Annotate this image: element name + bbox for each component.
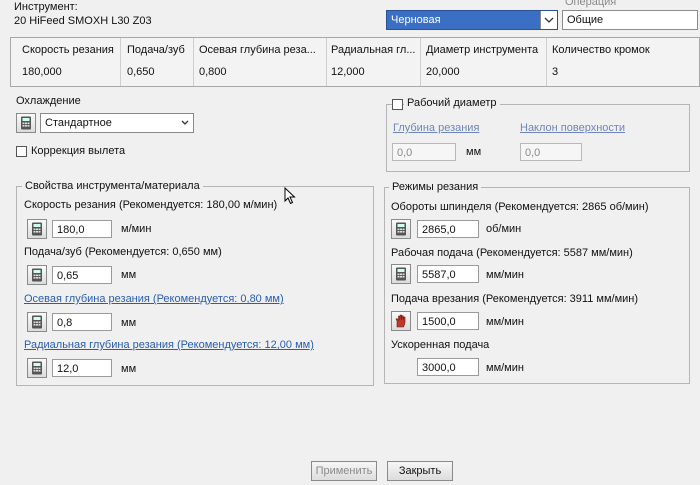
cooling-select[interactable]: Стандартное (40, 113, 194, 133)
chevron-down-icon (179, 114, 191, 138)
radial-depth-link[interactable]: Радиальная глубина резания (Рекомендуетс… (24, 339, 314, 351)
spindle-input[interactable]: 2865,0 (417, 220, 479, 238)
rapid-feed-unit: мм/мин (486, 362, 524, 374)
speed-input[interactable]: 180,0 (52, 220, 112, 238)
radial-depth-input[interactable]: 12,0 (52, 359, 112, 377)
plunge-unit: мм/мин (486, 316, 524, 328)
summary-value-feed: 0,650 (127, 66, 155, 78)
overhang-checkbox[interactable] (16, 146, 27, 157)
overhang-label: Коррекция вылета (31, 145, 126, 157)
work-feed-input[interactable]: 5587,0 (417, 265, 479, 283)
plunge-input[interactable]: 1500,0 (417, 312, 479, 330)
mouse-cursor-icon (284, 186, 296, 208)
plunge-label: Подача врезания (Рекомендуется: 3911 мм/… (391, 293, 639, 305)
tool-props-title: Свойства инструмента/материала (22, 180, 203, 192)
speed-unit: м/мин (121, 223, 152, 235)
cutting-modes-title: Режимы резания (389, 181, 482, 193)
summary-header-axial: Осевая глубина реза... (199, 44, 316, 56)
operation-label: Операция (565, 0, 617, 8)
speed-label: Скорость резания (Рекомендуется: 180,00 … (24, 199, 278, 211)
work-feed-unit: мм/мин (486, 269, 524, 281)
summary-value-radial: 12,000 (331, 66, 365, 78)
summary-header-radial: Радиальная гл... (331, 44, 416, 56)
depth-unit: мм (466, 146, 482, 158)
tool-label: Инструмент: (14, 1, 78, 13)
summary-value-edges: 3 (552, 66, 559, 78)
summary-header-feed: Подача/зуб (127, 44, 185, 56)
axial-depth-link[interactable]: Осевая глубина резания (Рекомендуется: 0… (24, 293, 284, 305)
working-diameter-checkbox[interactable] (392, 99, 403, 110)
working-diameter-label: Рабочий диаметр (404, 97, 500, 109)
summary-header-speed: Скорость резания (22, 44, 114, 56)
summary-value-axial: 0,800 (199, 66, 227, 78)
calculator-icon[interactable] (27, 312, 47, 332)
feed-label: Подача/зуб (Рекомендуется: 0,650 мм) (24, 246, 222, 258)
work-feed-label: Рабочая подача (Рекомендуется: 5587 мм/м… (391, 247, 633, 259)
feed-unit: мм (121, 269, 137, 281)
calculator-icon[interactable] (27, 265, 47, 285)
rapid-feed-input[interactable]: 3000,0 (417, 358, 479, 376)
tool-props-group (16, 186, 374, 386)
depth-input[interactable]: 0,0 (392, 143, 456, 161)
spindle-unit: об/мин (486, 223, 522, 235)
calculator-icon[interactable] (391, 219, 411, 239)
calculator-icon[interactable] (27, 219, 47, 239)
chevron-down-icon[interactable] (540, 11, 557, 29)
summary-header-edges: Количество кромок (552, 44, 650, 56)
summary-value-diameter: 20,000 (426, 66, 460, 78)
hand-icon[interactable] (391, 311, 411, 331)
mode-select-value: Черновая (391, 14, 441, 26)
depth-link[interactable]: Глубина резания (393, 122, 479, 134)
cooling-label: Охлаждение (16, 95, 81, 107)
summary-value-speed: 180,000 (22, 66, 62, 78)
operation-select-value: Общие (567, 14, 604, 26)
tool-name: 20 HiFeed SMOXH L30 Z03 (14, 15, 152, 27)
spindle-label: Обороты шпинделя (Рекомендуется: 2865 об… (391, 201, 649, 213)
axial-depth-unit: мм (121, 317, 137, 329)
mode-select[interactable]: Черновая (386, 10, 558, 30)
cooling-select-value: Стандартное (45, 117, 112, 129)
slope-link[interactable]: Наклон поверхности (520, 122, 625, 134)
slope-input[interactable]: 0,0 (520, 143, 582, 161)
operation-select[interactable]: Общие (562, 10, 698, 30)
calculator-icon[interactable] (27, 358, 47, 378)
cutting-modes-group (384, 187, 690, 384)
summary-header-diameter: Диаметр инструмента (426, 44, 539, 56)
close-button[interactable]: Закрыть (387, 461, 453, 481)
feed-input[interactable]: 0,65 (52, 266, 112, 284)
calculator-icon[interactable] (16, 113, 36, 133)
calculator-icon[interactable] (391, 264, 411, 284)
axial-depth-input[interactable]: 0,8 (52, 313, 112, 331)
apply-button[interactable]: Применить (311, 461, 377, 481)
radial-depth-unit: мм (121, 363, 137, 375)
rapid-feed-label: Ускоренная подача (391, 339, 490, 351)
